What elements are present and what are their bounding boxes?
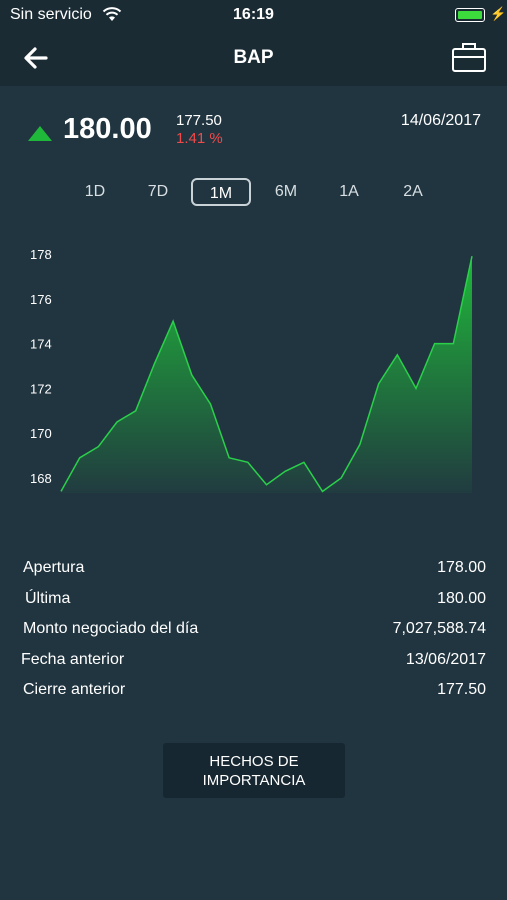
stat-row-fecha-anterior: Fecha anterior 13/06/2017 [0,648,507,679]
battery-icon [455,8,485,22]
range-selector: 1D 7D 1M 6M 1A 2A [0,178,507,208]
stat-value: 178.00 [437,559,486,576]
stat-row-ultima: Última 180.00 [0,587,507,618]
range-1d-button[interactable]: 1D [65,178,125,206]
status-bar: Sin servicio 16:19 ⚡ [0,0,507,30]
range-6m-button[interactable]: 6M [256,178,316,206]
stats-list: Apertura 178.00 Última 180.00 Monto nego… [0,556,507,709]
stat-label: Última [25,589,71,607]
stat-value: 7,027,588.74 [392,620,486,637]
previous-price: 177.50 [176,112,222,129]
y-tick-label: 178 [30,247,52,262]
stat-value: 180.00 [437,589,486,607]
stat-value: 13/06/2017 [405,650,486,668]
price-area [61,256,472,493]
clock: 16:19 [233,6,274,23]
quote-date: 14/06/2017 [400,112,481,129]
range-1m-button[interactable]: 1M [191,178,251,206]
stat-label: Monto negociado del día [23,620,199,637]
hechos-button-label: HECHOS DE IMPORTANCIA [202,752,306,789]
stat-label: Fecha anterior [21,650,125,668]
stat-value: 177.50 [437,681,486,698]
y-tick-label: 172 [30,381,52,396]
y-tick-label: 176 [30,292,52,307]
stat-row-monto: Monto negociado del día 7,027,588.74 [0,617,507,648]
y-tick-label: 174 [30,337,52,352]
page-title: BAP [233,47,274,68]
stat-row-apertura: Apertura 178.00 [0,556,507,587]
current-price: 180.00 [63,113,152,145]
stat-row-cierre-anterior: Cierre anterior 177.50 [0,678,507,709]
range-7d-button[interactable]: 7D [128,178,188,206]
stat-label: Cierre anterior [23,681,126,698]
y-tick-label: 168 [30,471,52,486]
range-2a-button[interactable]: 2A [383,178,443,206]
change-percent: 1.41 % [176,130,223,147]
trend-up-icon [28,126,52,141]
charging-icon: ⚡ [490,6,507,21]
y-tick-label: 170 [30,426,52,441]
range-1a-button[interactable]: 1A [319,178,379,206]
hechos-importancia-button[interactable]: HECHOS DE IMPORTANCIA [163,743,345,798]
price-chart: 178 176 174 172 170 168 [30,247,473,493]
stat-label: Apertura [23,559,85,576]
navigation-bar: BAP [0,30,507,86]
briefcase-icon[interactable] [450,40,488,74]
quote-header: 180.00 177.50 1.41 % 14/06/2017 [0,86,507,166]
